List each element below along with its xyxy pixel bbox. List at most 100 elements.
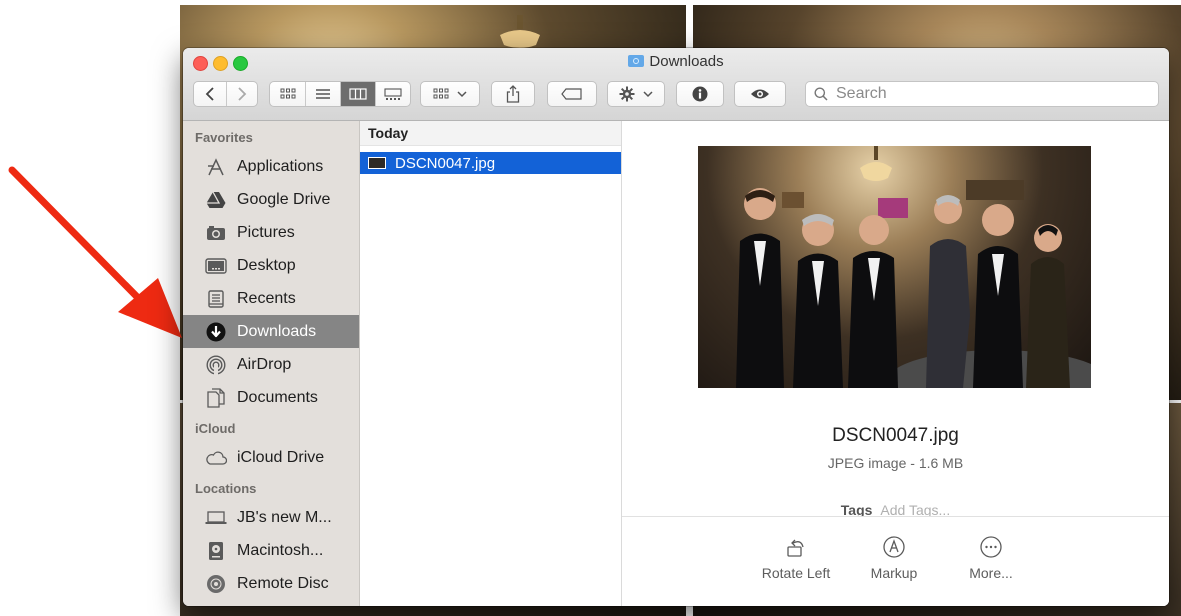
finder-window: Downloads Search Favorites Applications … (183, 48, 1169, 606)
title-bar: Downloads (183, 48, 1169, 121)
sidebar-item-label: Pictures (237, 223, 295, 241)
sidebar-item-google-drive[interactable]: Google Drive (183, 183, 359, 216)
back-button[interactable] (194, 82, 226, 106)
sidebar-item-icloud-drive[interactable]: iCloud Drive (183, 441, 359, 474)
group-by-menu[interactable] (420, 81, 480, 107)
sidebar-item-remote-disc[interactable]: Remote Disc (183, 567, 359, 600)
chevron-right-icon (238, 87, 247, 101)
sidebar-item-label: Macintosh... (237, 541, 324, 559)
nav-buttons (193, 81, 258, 107)
markup-button[interactable]: Markup (844, 535, 944, 583)
laptop-icon (205, 507, 227, 529)
sidebar-item-label: Remote Disc (237, 574, 329, 592)
image-file-icon (368, 157, 386, 169)
quick-look-button[interactable] (735, 82, 785, 106)
rotate-left-icon (787, 539, 804, 557)
action-label: More... (969, 565, 1013, 581)
sidebar-item-downloads[interactable]: Downloads (183, 315, 359, 348)
icon-view-button[interactable] (270, 82, 305, 106)
list-view-button[interactable] (305, 82, 340, 106)
quick-actions-bar: Rotate Left Markup More... (622, 516, 1169, 606)
get-info-button[interactable] (677, 82, 723, 106)
sidebar-item-label: Downloads (237, 322, 317, 340)
sidebar-item-label: iCloud Drive (237, 448, 325, 466)
share-icon (506, 85, 520, 103)
remote-disc-icon (205, 573, 227, 595)
sidebar: Favorites Applications Google Drive Pict… (183, 121, 360, 606)
sidebar-header-favorites: Favorites (195, 130, 253, 145)
window-title: Downloads (183, 53, 1169, 70)
more-icon (980, 536, 1002, 558)
action-label: Markup (870, 565, 918, 581)
sidebar-item-macbook[interactable]: JB's new M... (183, 501, 359, 534)
chevron-left-icon (205, 87, 214, 101)
cloud-icon (205, 447, 227, 469)
group-photo (736, 146, 1091, 388)
list-view-icon (316, 89, 330, 99)
gallery-view-icon (384, 87, 402, 100)
recents-icon (205, 288, 227, 310)
search-icon (814, 87, 828, 101)
sidebar-item-label: Google Drive (237, 190, 331, 208)
sidebar-item-pictures[interactable]: Pictures (183, 216, 359, 249)
group-by-button[interactable] (421, 82, 479, 106)
gallery-view-button[interactable] (375, 82, 410, 106)
preview-pane: DSCN0047.jpg JPEG image - 1.6 MB Tags Add… (622, 121, 1169, 606)
airdrop-icon (205, 354, 227, 376)
icon-view-icon (280, 88, 295, 99)
disk-icon (205, 540, 227, 562)
info-icon (692, 86, 708, 102)
column-view-icon (349, 88, 367, 100)
rotate-left-button[interactable]: Rotate Left (746, 535, 846, 583)
sidebar-item-label: Applications (237, 157, 324, 175)
file-row[interactable]: DSCN0047.jpg (360, 152, 621, 174)
forward-button[interactable] (226, 82, 257, 106)
preview-file-meta: JPEG image - 1.6 MB (827, 455, 964, 471)
search-field[interactable] (805, 81, 1159, 107)
applications-icon (205, 156, 227, 178)
red-arrow-annotation (8, 166, 182, 338)
eye-icon (751, 89, 769, 99)
gear-icon (619, 86, 635, 102)
file-column: Today DSCN0047.jpg (360, 121, 622, 606)
grid-menu-icon (433, 88, 449, 99)
sidebar-item-macintosh-hd[interactable]: Macintosh... (183, 534, 359, 567)
action-button[interactable] (608, 82, 664, 106)
share-button[interactable] (492, 82, 534, 106)
documents-icon (205, 387, 227, 409)
sidebar-header-locations: Locations (195, 481, 257, 496)
column-view-button[interactable] (340, 82, 375, 106)
sidebar-item-label: AirDrop (237, 355, 292, 373)
tags-control (547, 81, 597, 107)
camera-icon (205, 222, 227, 244)
sidebar-item-recents[interactable]: Recents (183, 282, 359, 315)
quicklook-control (734, 81, 786, 107)
file-name: DSCN0047.jpg (395, 154, 496, 172)
chevron-down-icon (643, 91, 653, 98)
sidebar-item-label: Desktop (237, 256, 296, 274)
sidebar-item-documents[interactable]: Documents (183, 381, 359, 414)
search-input[interactable] (834, 84, 1138, 104)
sidebar-item-label: Documents (237, 388, 318, 406)
folder-icon (628, 55, 645, 67)
sidebar-item-label: JB's new M... (237, 508, 332, 526)
info-control (676, 81, 724, 107)
sidebar-item-label: Recents (237, 289, 296, 307)
action-label: Rotate Left (761, 565, 831, 581)
downloads-icon (205, 321, 227, 343)
sidebar-item-desktop[interactable]: Desktop (183, 249, 359, 282)
sidebar-item-airdrop[interactable]: AirDrop (183, 348, 359, 381)
desktop-icon (205, 255, 227, 277)
google-drive-icon (205, 189, 227, 211)
more-button[interactable]: More... (941, 535, 1041, 583)
sidebar-header-icloud: iCloud (195, 421, 236, 436)
column-group-header: Today (360, 121, 621, 146)
sidebar-item-applications[interactable]: Applications (183, 150, 359, 183)
chevron-down-icon (457, 91, 467, 98)
edit-tags-button[interactable] (548, 82, 596, 106)
preview-file-name: DSCN0047.jpg (832, 425, 959, 446)
preview-image (698, 146, 1091, 388)
markup-icon (883, 536, 905, 558)
share-control (491, 81, 535, 107)
view-mode-control (269, 81, 411, 107)
